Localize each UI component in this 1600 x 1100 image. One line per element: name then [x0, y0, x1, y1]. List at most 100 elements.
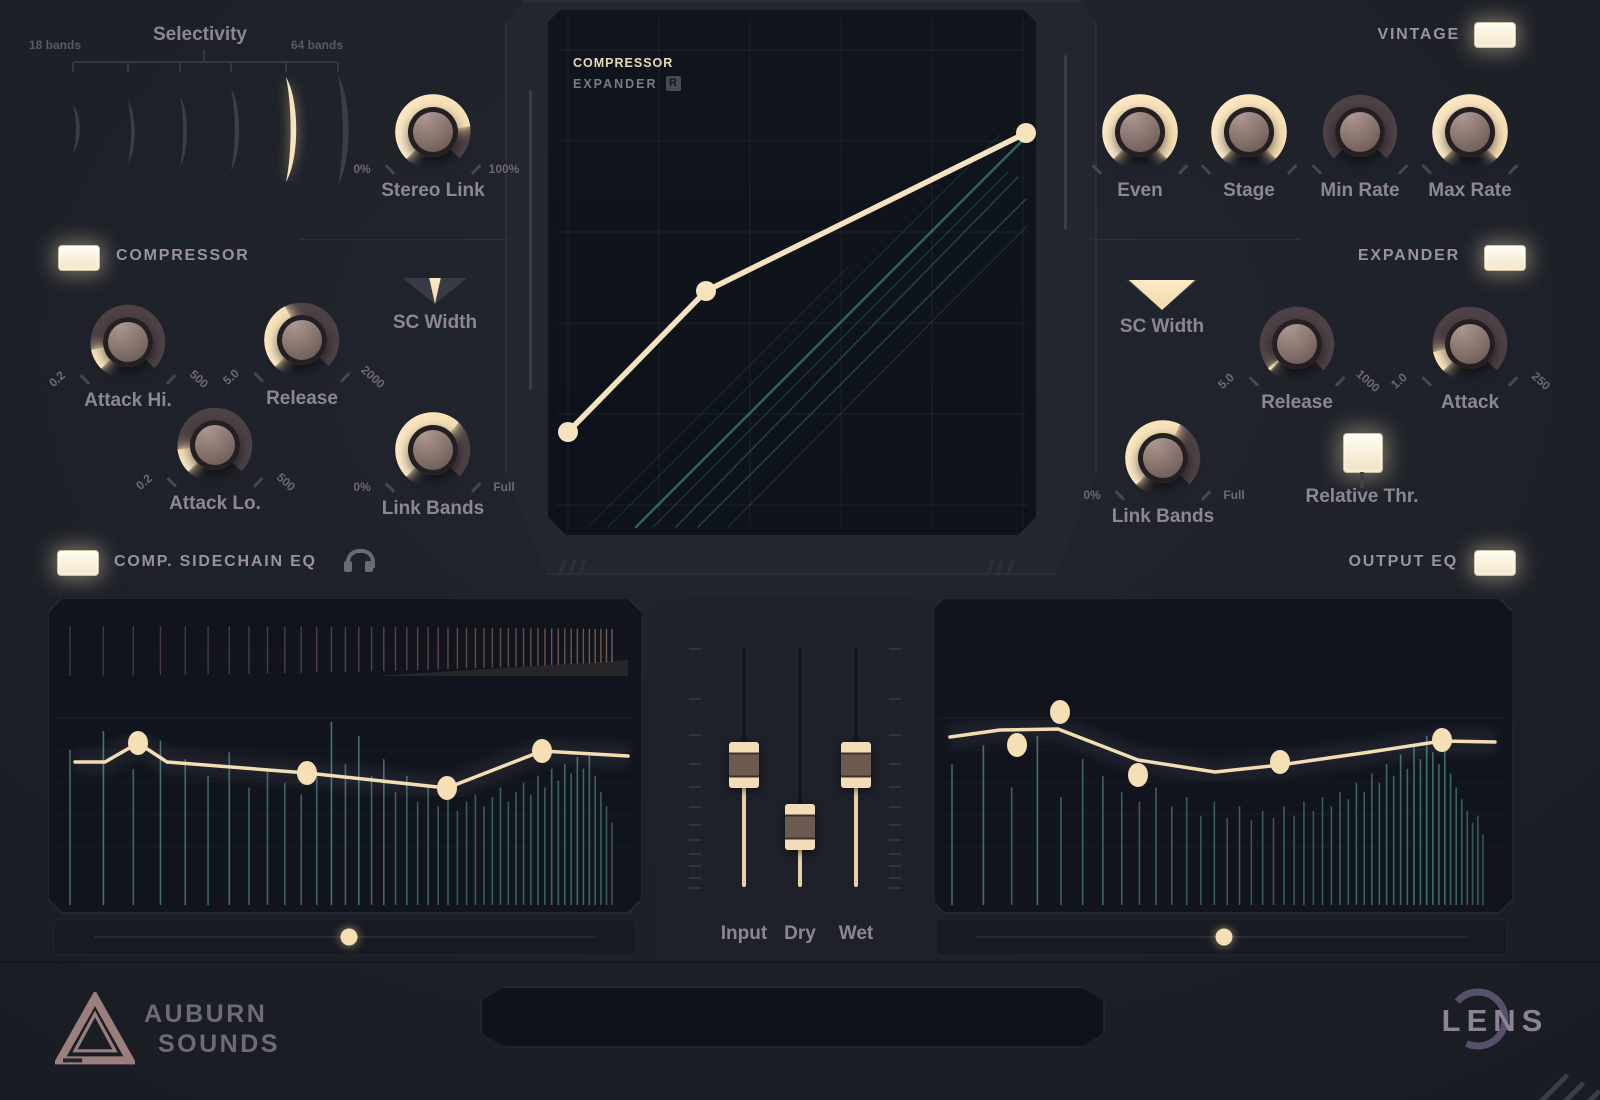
vent-decoration	[988, 560, 1012, 576]
relative-threshold-toggle[interactable]	[1343, 433, 1383, 473]
eq-band-point[interactable]	[128, 731, 148, 755]
output-eq-toggle[interactable]	[1474, 550, 1516, 576]
seam-decoration	[300, 239, 510, 240]
selectivity-option-1[interactable]	[73, 105, 80, 153]
vintage-title: VINTAGE	[1300, 26, 1460, 44]
fader-track-lower	[798, 847, 802, 887]
fader-tick	[889, 806, 901, 808]
fader-track-upper	[854, 648, 858, 745]
preset-bar[interactable]	[480, 986, 1105, 1048]
expander-sc-width-control[interactable]	[1126, 280, 1198, 310]
left-groove-decoration	[529, 90, 532, 390]
fader-tick	[889, 734, 901, 736]
knob-cap	[408, 425, 458, 475]
knob-min-tick	[254, 372, 264, 382]
selectivity-option-4[interactable]	[231, 88, 239, 171]
knob-min-tick	[385, 164, 395, 174]
fader-tick	[689, 763, 701, 765]
knob-min-tick	[1115, 490, 1125, 500]
expander-toggle[interactable]	[1484, 245, 1526, 271]
headphones-pad-left	[344, 561, 352, 572]
knob-min-tick	[167, 477, 177, 487]
expander-r-badge[interactable]: R	[666, 76, 681, 91]
compressor-title: COMPRESSOR	[116, 247, 250, 265]
graph-curve-point[interactable]	[696, 281, 716, 301]
knob-max-label: 100%	[482, 162, 526, 176]
fader-tick	[889, 877, 901, 879]
knob-label: Attack Hi.	[53, 390, 203, 412]
knob-cap	[1224, 107, 1274, 157]
fader-handle-input[interactable]	[729, 742, 759, 788]
auburn-sounds-logo-icon[interactable]	[55, 992, 135, 1068]
fader-tick	[689, 839, 701, 841]
knob-min-tick	[1249, 376, 1259, 386]
knob-min-tick	[1422, 376, 1432, 386]
knob-label: Stereo Link	[358, 180, 508, 202]
seam-decoration	[1090, 239, 1300, 240]
knob-label: Link Bands	[358, 498, 508, 520]
eq-band-point[interactable]	[532, 739, 552, 763]
knob-max-label: Full	[1212, 488, 1256, 502]
vintage-toggle[interactable]	[1474, 22, 1516, 48]
eq-band-point[interactable]	[1007, 733, 1027, 757]
output-eq-display[interactable]	[930, 598, 1513, 958]
right-groove-decoration	[1064, 55, 1067, 230]
graph-curve-point[interactable]	[1016, 123, 1036, 143]
knob-max-tick	[1201, 490, 1211, 500]
eq-band-point[interactable]	[1050, 700, 1070, 724]
graph-curve-point[interactable]	[558, 422, 578, 442]
knob-cap	[1272, 319, 1322, 369]
knob-cap	[1335, 107, 1385, 157]
selectivity-option-2[interactable]	[128, 101, 135, 163]
sidechain-eq-toggle[interactable]	[57, 550, 99, 576]
knob-cap	[1138, 433, 1188, 483]
fader-tick	[689, 698, 701, 700]
knob-label: Release	[227, 388, 377, 410]
sidechain-eq-display[interactable]	[48, 598, 642, 958]
knob-max-tick	[471, 482, 481, 492]
fader-tick	[689, 786, 701, 788]
knob-min-tick	[1312, 164, 1322, 174]
fader-tick	[889, 887, 901, 889]
knob-cap	[1115, 107, 1165, 157]
relative-threshold-label: Relative Thr.	[1282, 486, 1442, 508]
fader-track-upper	[798, 648, 802, 807]
eq-band-point[interactable]	[1128, 763, 1148, 787]
selectivity-control[interactable]	[40, 44, 370, 204]
knob-max-tick	[1508, 376, 1518, 386]
knob-max-label: Full	[482, 480, 526, 494]
output-eq-title: OUTPUT EQ	[1240, 553, 1458, 571]
footer-divider	[0, 961, 1600, 963]
eq-band-point[interactable]	[1432, 728, 1452, 752]
eq-band-point[interactable]	[297, 761, 317, 785]
selectivity-option-5-selected[interactable]	[286, 77, 296, 182]
eq-emphasis-slider[interactable]	[341, 929, 358, 946]
fader-label: Wet	[811, 923, 901, 945]
fader-tick	[889, 853, 901, 855]
graph-legend-expander: EXPANDER R	[573, 76, 681, 91]
sidechain-eq-title: COMP. SIDECHAIN EQ	[114, 553, 317, 571]
selectivity-option-3[interactable]	[180, 96, 187, 167]
eq-band-point[interactable]	[1270, 750, 1290, 774]
knob-max-tick	[166, 374, 176, 384]
knob-max-tick	[471, 164, 481, 174]
knob-max-tick	[1508, 164, 1518, 174]
knob-min-tick	[1201, 164, 1211, 174]
knob-max-tick	[1398, 164, 1408, 174]
fader-track-upper	[742, 648, 746, 745]
headphones-icon[interactable]	[344, 548, 374, 574]
knob-min-label: 0%	[340, 480, 384, 494]
eq-band-point[interactable]	[437, 776, 457, 800]
fader-tick	[689, 824, 701, 826]
brand-name-top: AUBURN	[144, 1000, 267, 1029]
compressor-sc-width-control[interactable]	[403, 278, 467, 304]
fader-handle-dry[interactable]	[785, 804, 815, 850]
compressor-toggle[interactable]	[58, 245, 100, 271]
eq-emphasis-slider[interactable]	[1216, 929, 1233, 946]
expander-title: EXPANDER	[1240, 247, 1460, 265]
mixer-console: InputDryWet	[655, 598, 935, 960]
fader-handle-wet[interactable]	[841, 742, 871, 788]
fader-tick	[689, 853, 701, 855]
fader-tick	[689, 887, 701, 889]
knob-max-tick	[1287, 164, 1297, 174]
